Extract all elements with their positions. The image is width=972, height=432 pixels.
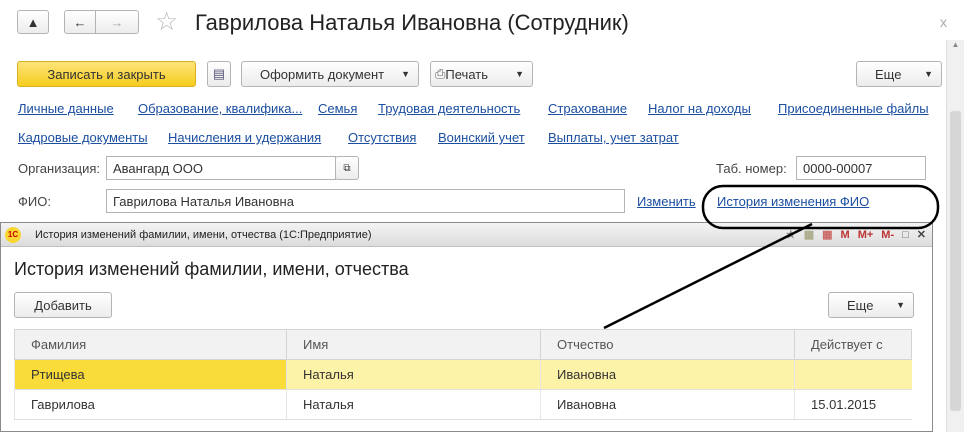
annotation-arrow [603, 222, 813, 330]
annotation-overlay [603, 184, 940, 330]
annotation-ellipse [701, 184, 940, 230]
